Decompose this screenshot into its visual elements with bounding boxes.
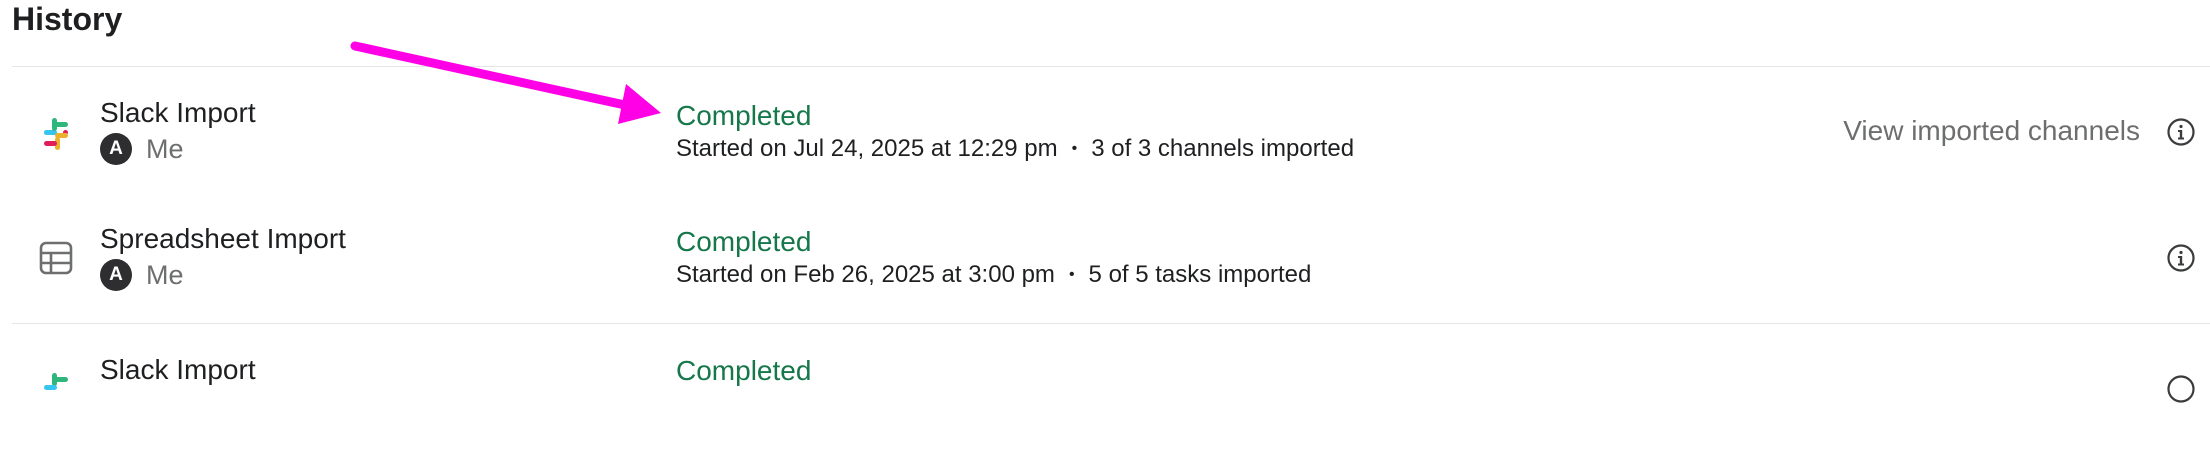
view-imported-channels-link[interactable]: View imported channels	[1843, 115, 2140, 147]
status-label: Completed	[676, 100, 812, 131]
slack-icon	[44, 373, 68, 390]
import-detail: 5 of 5 tasks imported	[1088, 261, 1312, 288]
info-icon[interactable]	[2166, 243, 2196, 273]
status-label: Completed	[676, 226, 812, 257]
import-name: Spreadsheet Import	[100, 223, 346, 254]
import-detail: 3 of 3 channels imported	[1091, 135, 1355, 162]
import-owner: A Me	[100, 259, 184, 291]
info-icon[interactable]	[2166, 374, 2196, 404]
slack-icon	[44, 118, 68, 150]
history-row: Spreadsheet Import A Me Completed Starte…	[0, 193, 2210, 319]
avatar: A	[100, 259, 132, 291]
started-text: Started on Feb 26, 2025 at 3:00 pm	[676, 261, 1055, 288]
import-meta: Started on Jul 24, 2025 at 12:29 pm • 3 …	[676, 135, 1354, 163]
info-icon[interactable]	[2166, 117, 2196, 147]
owner-name: Me	[146, 259, 184, 290]
history-row: Slack Import A Me Completed Started on J…	[0, 67, 2210, 193]
history-row: Slack Import Completed	[0, 324, 2210, 450]
import-owner: A Me	[100, 133, 184, 165]
meta-separator: •	[1068, 266, 1075, 283]
owner-name: Me	[146, 133, 184, 164]
spreadsheet-icon	[39, 241, 73, 275]
status-label: Completed	[676, 355, 812, 386]
history-title: History	[12, 1, 123, 37]
avatar: A	[100, 133, 132, 165]
import-name: Slack Import	[100, 97, 256, 128]
started-text: Started on Jul 24, 2025 at 12:29 pm	[676, 135, 1058, 162]
import-meta: Started on Feb 26, 2025 at 3:00 pm • 5 o…	[676, 261, 1311, 289]
meta-separator: •	[1071, 140, 1078, 157]
import-name: Slack Import	[100, 354, 256, 385]
